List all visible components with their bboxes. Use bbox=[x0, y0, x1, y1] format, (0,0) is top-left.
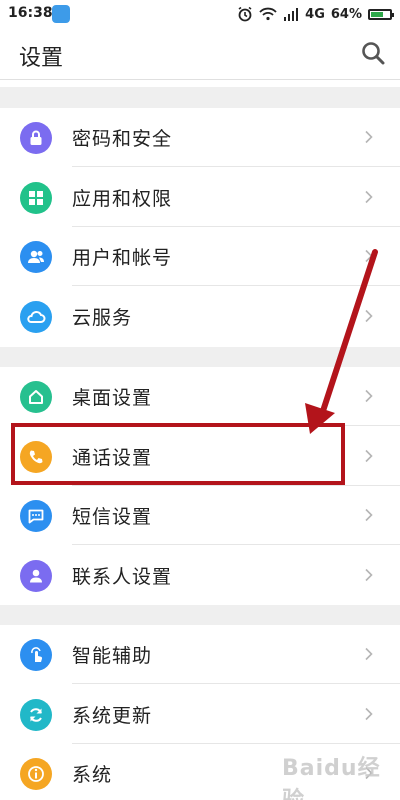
divider bbox=[72, 166, 400, 167]
settings-item-2-3[interactable]: 短信设置 bbox=[0, 486, 400, 545]
settings-item-label: 联系人设置 bbox=[72, 566, 173, 588]
settings-item-label: 密码和安全 bbox=[72, 128, 173, 150]
settings-item-3-1[interactable]: 智能辅助 bbox=[0, 625, 400, 684]
settings-item-label: 系统更新 bbox=[72, 705, 153, 727]
status-indicators: 4G 64% bbox=[237, 4, 394, 24]
settings-item-label: 通话设置 bbox=[72, 447, 153, 469]
message-icon bbox=[20, 500, 52, 532]
chevron-right-icon bbox=[365, 647, 373, 661]
section-gap bbox=[0, 347, 400, 367]
settings-item-label: 短信设置 bbox=[72, 506, 153, 528]
chevron-right-icon bbox=[365, 190, 373, 204]
touch-icon bbox=[20, 639, 52, 671]
wifi-icon bbox=[259, 7, 277, 21]
settings-item-1-4[interactable]: 云服务 bbox=[0, 287, 400, 346]
settings-item-1-3[interactable]: 用户和帐号 bbox=[0, 227, 400, 286]
apps-grid-icon bbox=[20, 182, 52, 214]
settings-item-2-4[interactable]: 联系人设置 bbox=[0, 546, 400, 605]
app-header: 设置 bbox=[0, 28, 400, 80]
settings-item-label: 智能辅助 bbox=[72, 645, 153, 667]
settings-item-label: 桌面设置 bbox=[72, 387, 153, 409]
divider bbox=[72, 285, 400, 286]
battery-icon bbox=[368, 8, 394, 20]
status-bar: 16:38 4G 64% bbox=[0, 0, 400, 28]
home-icon bbox=[20, 381, 52, 413]
divider bbox=[72, 425, 400, 426]
phone-icon bbox=[20, 441, 52, 473]
cloud-icon bbox=[20, 301, 52, 333]
settings-item-label: 系统 bbox=[72, 764, 113, 786]
network-type: 4G bbox=[305, 6, 325, 22]
contact-icon bbox=[20, 560, 52, 592]
chevron-right-icon bbox=[365, 249, 373, 263]
watermark: Baidu经验 bbox=[282, 756, 381, 800]
chevron-right-icon bbox=[365, 309, 373, 323]
divider bbox=[72, 683, 400, 684]
settings-item-label: 用户和帐号 bbox=[72, 247, 173, 269]
alarm-icon bbox=[238, 6, 252, 22]
chevron-right-icon bbox=[365, 568, 373, 582]
settings-item-label: 云服务 bbox=[72, 307, 133, 329]
notification-app-icon bbox=[52, 5, 70, 23]
search-icon[interactable] bbox=[360, 40, 386, 66]
chevron-right-icon bbox=[365, 449, 373, 463]
settings-item-1-2[interactable]: 应用和权限 bbox=[0, 168, 400, 227]
chevron-right-icon bbox=[365, 707, 373, 721]
signal-icon bbox=[284, 8, 299, 21]
battery-percent: 64% bbox=[330, 6, 362, 22]
chevron-right-icon bbox=[365, 508, 373, 522]
settings-item-label: 应用和权限 bbox=[72, 188, 173, 210]
page-title: 设置 bbox=[19, 46, 64, 71]
users-icon bbox=[20, 241, 52, 273]
section-gap bbox=[0, 605, 400, 625]
divider bbox=[72, 544, 400, 545]
chevron-right-icon bbox=[365, 130, 373, 144]
section-gap bbox=[0, 87, 400, 108]
refresh-icon bbox=[20, 699, 52, 731]
status-time: 16:38 bbox=[8, 5, 53, 21]
battery-fill bbox=[371, 11, 383, 17]
lock-icon bbox=[20, 122, 52, 154]
settings-item-2-2[interactable]: 通话设置 bbox=[0, 427, 400, 486]
settings-item-2-1[interactable]: 桌面设置 bbox=[0, 367, 400, 426]
chevron-right-icon bbox=[365, 389, 373, 403]
info-icon bbox=[20, 758, 52, 790]
settings-item-3-2[interactable]: 系统更新 bbox=[0, 685, 400, 744]
settings-item-1-1[interactable]: 密码和安全 bbox=[0, 108, 400, 167]
